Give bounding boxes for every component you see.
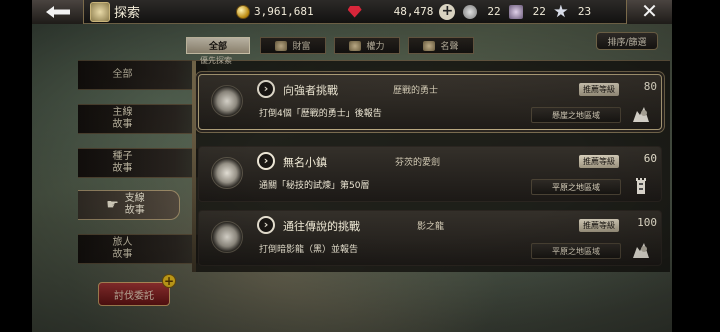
stat-display-3: 23 xyxy=(546,4,592,19)
coin-icon xyxy=(236,4,250,19)
sidebar-item-label: 支線 故事 xyxy=(124,193,145,216)
gem-count: 48,478 xyxy=(393,5,434,18)
quest-subtitle: 芬茨的愛劍 xyxy=(395,158,441,168)
recommended-level: 100 xyxy=(637,216,657,229)
quest-description: 打倒4個「歷戰的勇士」後報告 xyxy=(259,109,382,119)
sidebar-item-traveler-story[interactable]: 旅人 故事 xyxy=(78,234,208,264)
quest-emblem-icon xyxy=(211,85,243,117)
top-bar: 探索 3,961,681 48,478 + 22 22 23 ✕ xyxy=(32,0,672,24)
chevron-right-icon: › xyxy=(257,80,275,98)
chevron-right-icon: › xyxy=(257,152,275,170)
treasure-icon xyxy=(275,40,288,51)
quest-subtitle: 歷戰的勇士 xyxy=(393,86,439,96)
sidebar-item-label: 全部 xyxy=(112,69,133,80)
game-screen: 探索 3,961,681 48,478 + 22 22 23 ✕ 全部 財富 權… xyxy=(32,0,672,332)
cliff-icon xyxy=(633,107,649,122)
stat-display-1: 22 xyxy=(455,4,501,19)
gem-display: 48,478 xyxy=(347,5,434,18)
mask-icon xyxy=(508,4,523,19)
region-label: 平原之地區域 xyxy=(531,179,621,195)
stat-value-2: 22 xyxy=(532,5,546,18)
tower-icon xyxy=(636,178,646,194)
sidebar-item-main-story[interactable]: 主線 故事 xyxy=(78,104,208,134)
tab-wealth[interactable]: 財富 xyxy=(260,37,326,54)
stat-value-1: 22 xyxy=(487,5,501,18)
add-gems-button[interactable]: + xyxy=(439,3,456,20)
section-label: 優先探索 xyxy=(200,56,232,65)
device-bezel-right xyxy=(672,0,720,332)
skull-icon xyxy=(463,4,478,19)
back-arrow-icon xyxy=(45,5,70,18)
quest-name: 無名小鎮 xyxy=(283,156,327,169)
quest-name: 向強者挑戰 xyxy=(283,84,338,97)
coin-display: 3,961,681 xyxy=(236,4,314,19)
page-title: 探索 xyxy=(114,6,141,21)
region-label: 懸崖之地區域 xyxy=(531,107,621,123)
quest-emblem-icon xyxy=(211,157,243,189)
close-button[interactable]: ✕ xyxy=(626,0,672,24)
quest-card-featured[interactable]: › 向強者挑戰 歷戰的勇士 推薦等級 80 打倒4個「歷戰的勇士」後報告 懸崖之… xyxy=(198,74,662,130)
tab-label: 權力 xyxy=(366,42,385,52)
quest-card[interactable]: › 無名小鎮 芬茨的愛劍 推薦等級 60 通關「秘技的試煉」第50層 平原之地區… xyxy=(198,146,662,202)
tab-label: 全部 xyxy=(208,42,227,52)
quest-subtitle: 影之龍 xyxy=(417,222,445,232)
sort-filter-button[interactable]: 排序/篩選 xyxy=(596,32,658,50)
recommended-level-label: 推薦等級 xyxy=(579,155,619,168)
stat-value-3: 23 xyxy=(577,5,592,18)
sidebar-item-seed-story[interactable]: 種子 故事 xyxy=(78,148,208,178)
coin-count: 3,961,681 xyxy=(254,5,314,18)
tab-label: 名聲 xyxy=(440,42,459,52)
emblem-icon xyxy=(423,40,436,51)
explore-icon xyxy=(90,1,110,22)
cliff-icon xyxy=(633,243,649,258)
tab-label: 財富 xyxy=(292,42,311,52)
gem-icon xyxy=(347,5,362,18)
chevron-right-icon: › xyxy=(257,216,275,234)
quest-description: 打倒暗影龍（黑）並報告 xyxy=(259,245,359,255)
quest-badge-plus-icon: + xyxy=(162,274,176,288)
quest-card[interactable]: › 通往傳說的挑戰 影之龍 推薦等級 100 打倒暗影龍（黑）並報告 平原之地區… xyxy=(198,210,662,266)
stat-display-2: 22 xyxy=(501,4,546,19)
sidebar-item-label: 主線 故事 xyxy=(112,107,133,130)
tab-all[interactable]: 全部 xyxy=(186,37,250,54)
tab-fame[interactable]: 名聲 xyxy=(408,37,474,54)
subjugation-quest-button[interactable]: 討伐委託 xyxy=(98,282,170,306)
quest-name: 通往傳說的挑戰 xyxy=(283,220,360,233)
device-bezel-left xyxy=(0,0,32,332)
recommended-level-label: 推薦等級 xyxy=(579,219,619,232)
recommended-level: 60 xyxy=(643,152,657,165)
pointing-hand-icon: ☛ xyxy=(106,197,119,213)
quest-description: 通關「秘技的試煉」第50層 xyxy=(259,181,370,191)
quest-emblem-icon xyxy=(211,221,243,253)
sidebar-item-side-story[interactable]: ☛ 支線 故事 xyxy=(78,190,180,220)
sidebar-item-label: 種子 故事 xyxy=(112,151,133,174)
back-button[interactable] xyxy=(32,0,84,24)
tab-power[interactable]: 權力 xyxy=(334,37,400,54)
sidebar-item-label: 旅人 故事 xyxy=(112,237,133,260)
star-icon xyxy=(554,4,568,18)
recommended-level: 80 xyxy=(643,80,657,93)
sidebar-item-all[interactable]: 全部 xyxy=(78,60,208,90)
crest-icon xyxy=(349,40,362,51)
recommended-level-label: 推薦等級 xyxy=(579,83,619,96)
region-label: 平原之地區域 xyxy=(531,243,621,259)
